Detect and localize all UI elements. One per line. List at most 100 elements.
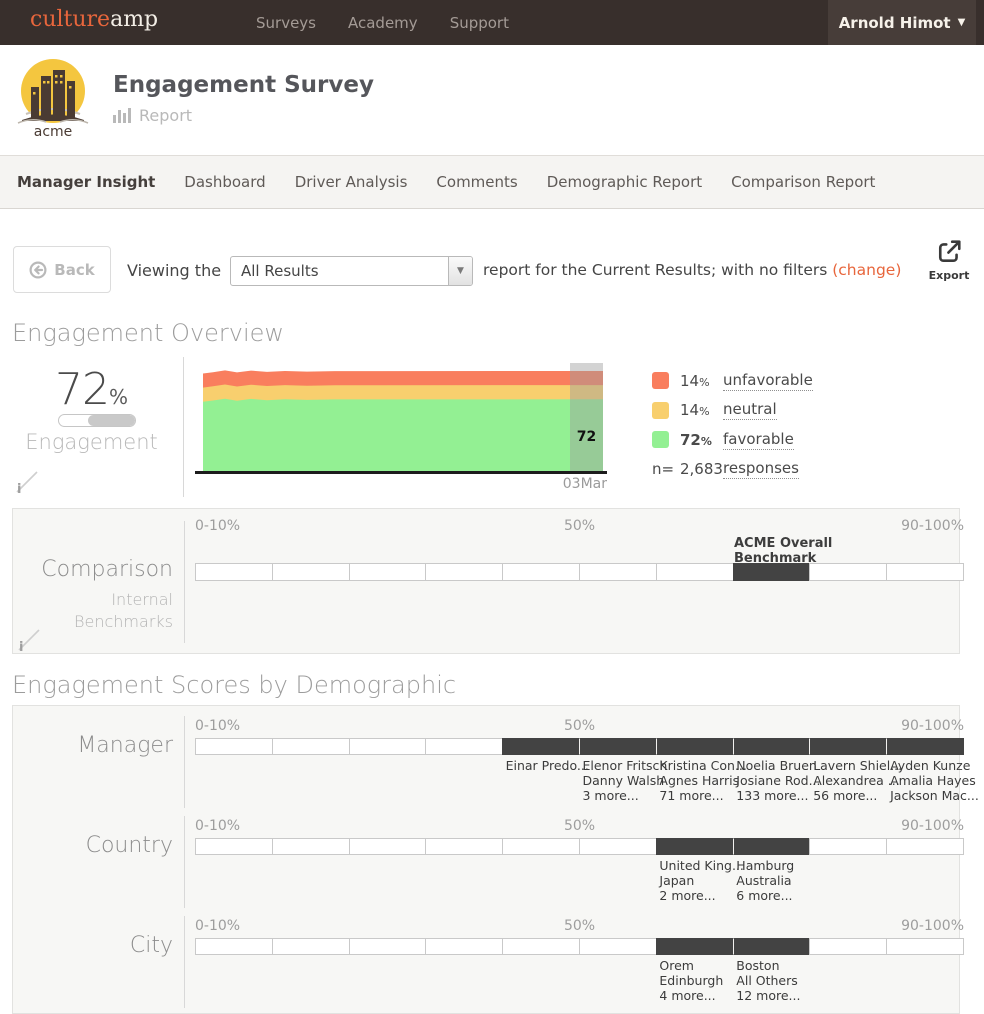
results-select-value: All Results [231, 262, 448, 280]
demo-cell-0[interactable] [195, 838, 273, 855]
nav-link-surveys[interactable]: Surveys [256, 14, 316, 32]
demo-name-stack: HamburgAustralia6 more... [736, 858, 794, 903]
nav-link-support[interactable]: Support [450, 14, 509, 32]
comparison-cell-8[interactable] [809, 563, 887, 581]
demo-cell-6[interactable] [656, 738, 734, 755]
results-select[interactable]: All Results ▼ [230, 256, 473, 286]
demo-name: Ayden Kunze [890, 758, 979, 773]
top-nav-links: Surveys Academy Support [256, 0, 509, 45]
legend-row-neutral: 14%neutral [652, 396, 813, 426]
divider [184, 816, 185, 908]
user-menu[interactable]: Arnold Himot ▼ [828, 0, 976, 45]
demo-cell-9[interactable] [886, 838, 964, 855]
comparison-cell-0[interactable] [195, 563, 273, 581]
demo-cell-4[interactable] [502, 738, 580, 755]
tab-dashboard[interactable]: Dashboard [184, 173, 265, 191]
demo-cell-5[interactable] [579, 738, 657, 755]
demo-name: 12 more... [736, 988, 800, 1003]
info-icon[interactable]: i [13, 468, 39, 494]
export-button[interactable]: Export [927, 239, 971, 282]
legend-row-unfavorable: 14%unfavorable [652, 366, 813, 396]
demo-cell-3[interactable] [425, 838, 503, 855]
caret-down-icon[interactable]: ▼ [448, 257, 472, 285]
demo-row-manager: Manager0-10%50%90-100%Einar Predo...Elen… [13, 716, 959, 816]
responses-term[interactable]: responses [723, 459, 799, 479]
comparison-cell-4[interactable] [502, 563, 580, 581]
demo-cell-8[interactable] [809, 938, 887, 955]
tab-demographic-report[interactable]: Demographic Report [547, 173, 702, 191]
demo-cell-2[interactable] [349, 738, 427, 755]
change-filters-link[interactable]: (change) [832, 261, 901, 279]
engagement-trend-chart[interactable] [203, 363, 603, 473]
legend-unit: % [699, 376, 709, 389]
scale-mid-label: 50% [564, 518, 595, 534]
demo-cell-4[interactable] [502, 938, 580, 955]
demo-cell-8[interactable] [809, 738, 887, 755]
acme-logo: acme [16, 57, 90, 143]
demo-name-stack: OremEdinburgh4 more... [659, 958, 723, 1003]
chart-highlight-value: 72 [570, 429, 603, 445]
chart-highlight-column[interactable] [570, 363, 603, 472]
demo-cell-9[interactable] [886, 938, 964, 955]
cultureamp-logo[interactable]: cultureamp [30, 7, 158, 32]
legend-term-neutral[interactable]: neutral [723, 400, 777, 420]
divider [184, 716, 185, 808]
demo-cell-6[interactable] [656, 838, 734, 855]
demo-cell-5[interactable] [579, 938, 657, 955]
demo-cell-2[interactable] [349, 938, 427, 955]
demo-cell-2[interactable] [349, 838, 427, 855]
demo-cell-7[interactable] [733, 938, 811, 955]
comparison-subtitle-line: Internal [13, 589, 173, 611]
overview-heading: Engagement Overview [12, 319, 284, 347]
scale-right-label: 90-100% [901, 718, 964, 734]
page: cultureamp Surveys Academy Support Arnold … [0, 0, 984, 1014]
demo-cell-0[interactable] [195, 738, 273, 755]
demo-name: Agnes Harris [659, 773, 746, 788]
demo-cell-3[interactable] [425, 938, 503, 955]
demo-name-stack: United King...Japan2 more... [659, 858, 744, 903]
demo-cell-6[interactable] [656, 938, 734, 955]
nav-link-academy[interactable]: Academy [348, 14, 418, 32]
tab-comments[interactable]: Comments [436, 173, 517, 191]
demo-name-stack: Ayden KunzeAmalia HayesJackson Mac... [890, 758, 979, 803]
tab-manager-insight[interactable]: Manager Insight [17, 173, 155, 191]
caret-down-icon: ▼ [958, 17, 966, 28]
demo-cell-5[interactable] [579, 838, 657, 855]
comparison-cell-2[interactable] [349, 563, 427, 581]
demo-cell-4[interactable] [502, 838, 580, 855]
scale-mid-label: 50% [564, 818, 595, 834]
demo-cell-3[interactable] [425, 738, 503, 755]
engagement-score-unit: % [109, 385, 128, 409]
demo-cell-8[interactable] [809, 838, 887, 855]
demo-cell-7[interactable] [733, 838, 811, 855]
demo-scale: 0-10%50%90-100% [195, 918, 964, 934]
comparison-panel: Comparison Internal Benchmarks 0-10% 50%… [12, 508, 960, 654]
comparison-cell-9[interactable] [886, 563, 964, 581]
comparison-cell-5[interactable] [579, 563, 657, 581]
demo-cell-1[interactable] [272, 738, 350, 755]
demo-name: Japan [659, 873, 744, 888]
back-button[interactable]: Back [13, 246, 111, 293]
demo-name: Elenor Fritsch [583, 758, 668, 773]
comparison-cell-3[interactable] [425, 563, 503, 581]
info-icon[interactable]: i [15, 626, 41, 652]
demographics-heading: Engagement Scores by Demographic [12, 671, 456, 699]
comparison-cell-7[interactable] [733, 563, 811, 581]
demo-cell-1[interactable] [272, 938, 350, 955]
demo-cell-0[interactable] [195, 938, 273, 955]
legend-term-unfavorable[interactable]: unfavorable [723, 371, 813, 391]
tab-comparison-report[interactable]: Comparison Report [731, 173, 875, 191]
scale-left-label: 0-10% [195, 718, 240, 734]
comparison-cell-1[interactable] [272, 563, 350, 581]
demo-cell-7[interactable] [733, 738, 811, 755]
demo-name: 71 more... [659, 788, 746, 803]
demo-cell-1[interactable] [272, 838, 350, 855]
comparison-cell-6[interactable] [656, 563, 734, 581]
demo-name: Edinburgh [659, 973, 723, 988]
demo-cell-9[interactable] [886, 738, 964, 755]
tab-driver-analysis[interactable]: Driver Analysis [295, 173, 408, 191]
comparison-bar [195, 563, 964, 581]
demo-name-stack: BostonAll Others12 more... [736, 958, 800, 1003]
legend-term-favorable[interactable]: favorable [723, 430, 794, 450]
circle-arrow-left-icon [29, 261, 47, 279]
